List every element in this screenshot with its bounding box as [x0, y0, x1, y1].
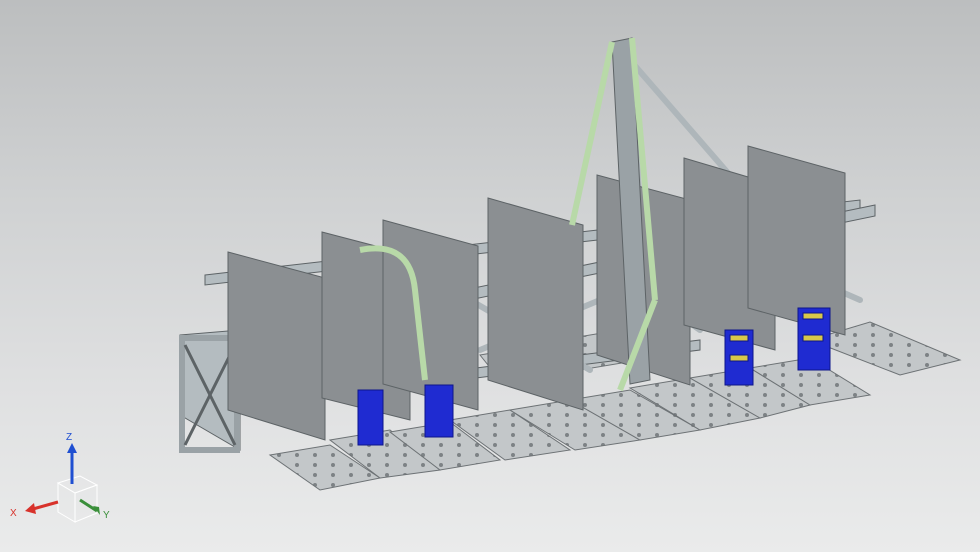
triad-cube: [56, 475, 99, 523]
orientation-triad[interactable]: Z X Y: [0, 420, 130, 552]
3d-model-viewport[interactable]: [0, 0, 980, 552]
y-axis-label: Y: [103, 510, 110, 521]
z-axis-label: Z: [66, 432, 72, 443]
x-axis-label: X: [10, 508, 17, 519]
x-axis-arrow: [25, 500, 59, 514]
